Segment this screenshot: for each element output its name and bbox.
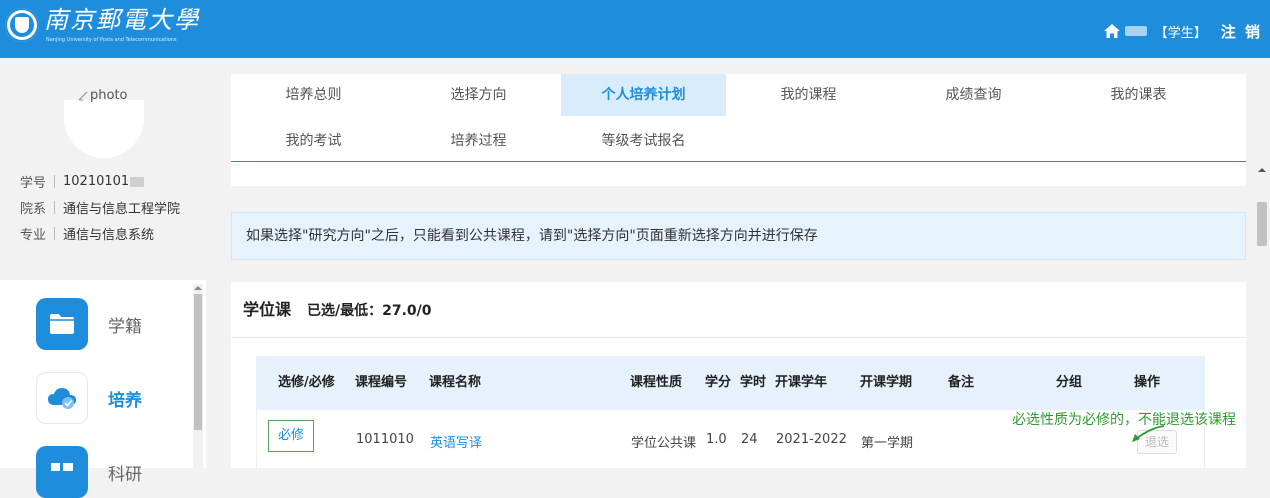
column-header: 学分 xyxy=(705,375,732,390)
column-header: 课程性质 xyxy=(630,375,683,390)
column-header: 开课学期 xyxy=(860,375,913,390)
avatar xyxy=(64,100,144,158)
tab-level-exam[interactable]: 等级考试报名 xyxy=(561,120,726,162)
sidebar-item-research[interactable]: 科研 xyxy=(36,446,142,498)
course-term: 第一学期 xyxy=(861,436,914,451)
student-id-row: 学号 10210101 xyxy=(20,172,145,191)
student-id-value: 10210101 xyxy=(63,174,130,189)
column-header: 分组 xyxy=(1056,375,1083,390)
tab-my-timetable[interactable]: 我的课表 xyxy=(1056,74,1221,116)
required-badge: 必修 xyxy=(268,420,314,452)
department-value: 通信与信息工程学院 xyxy=(63,202,181,217)
dashboard-icon xyxy=(36,446,88,498)
side-nav: 学籍 培养 科研 xyxy=(0,280,206,498)
university-emblem-icon xyxy=(5,8,39,42)
course-year: 2021-2022 xyxy=(776,432,847,447)
student-id-label: 学号 xyxy=(20,176,47,191)
sidebar-item-label: 学籍 xyxy=(108,316,142,337)
major-value: 通信与信息系统 xyxy=(63,228,155,243)
course-hours: 24 xyxy=(741,432,758,447)
student-id-redacted xyxy=(130,176,145,187)
sidebar-item-label: 培养 xyxy=(108,390,142,411)
top-bar: 南京郵電大學 Nanjing University of Posts and T… xyxy=(0,0,1270,58)
course-code: 1011010 xyxy=(356,432,414,447)
column-header: 开课学年 xyxy=(775,375,828,390)
department-row: 院系 通信与信息工程学院 xyxy=(20,198,180,217)
notice-banner: 如果选择"研究方向"之后，只能看到公共课程，请到"选择方向"页面重新选择方向并进… xyxy=(231,212,1246,260)
tab-personal-plan[interactable]: 个人培养计划 xyxy=(561,74,726,116)
photo-placeholder: photo xyxy=(78,88,128,103)
user-role-label: 【学生】 xyxy=(1154,25,1207,41)
column-header: 学时 xyxy=(740,375,767,390)
major-label: 专业 xyxy=(20,228,47,243)
course-name-link[interactable]: 英语写译 xyxy=(430,432,482,451)
column-header: 操作 xyxy=(1134,375,1161,390)
university-logo-subtitle: Nanjing University of Posts and Telecomm… xyxy=(46,37,177,43)
username-redacted xyxy=(1124,26,1147,36)
tab-training-rules[interactable]: 培养总则 xyxy=(231,74,396,116)
tab-my-exams[interactable]: 我的考试 xyxy=(231,120,396,162)
column-header: 课程编号 xyxy=(355,375,408,390)
sidebar-item-status[interactable]: 学籍 xyxy=(36,298,142,350)
column-header: 备注 xyxy=(948,375,975,390)
table-header: 选修/必修 课程编号 课程名称 课程性质 学分 学时 开课学年 开课学期 备注 … xyxy=(256,356,1205,410)
tab-divider xyxy=(231,161,1246,162)
section-title: 学位课 xyxy=(243,300,292,319)
main-scrollbar[interactable] xyxy=(1254,160,1270,468)
major-row: 专业 通信与信息系统 xyxy=(20,224,154,243)
sidebar-item-label: 科研 xyxy=(108,464,142,485)
broken-image-icon xyxy=(78,91,88,100)
sidebar-item-training[interactable]: 培养 xyxy=(36,372,142,424)
university-logo-title: 南京郵電大學 xyxy=(44,6,200,34)
tab-my-courses[interactable]: 我的课程 xyxy=(726,74,891,116)
column-header: 课程名称 xyxy=(429,375,482,390)
department-label: 院系 xyxy=(20,202,47,217)
column-header: 选修/必修 xyxy=(278,375,335,390)
course-credit: 1.0 xyxy=(706,432,727,447)
credit-summary: 已选/最低：27.0/0 xyxy=(307,303,432,319)
folder-icon xyxy=(36,298,88,350)
annotation-text: 必选性质为必修的，不能退选该课程 xyxy=(1012,412,1236,428)
tab-choose-direction[interactable]: 选择方向 xyxy=(396,74,561,116)
tab-grades[interactable]: 成绩查询 xyxy=(891,74,1056,116)
logout-button[interactable]: 注 销 xyxy=(1215,21,1268,42)
profile-panel: photo 学号 10210101 院系 通信与信息工程学院 专业 通信与信息系… xyxy=(0,58,206,278)
sidebar-scrollbar[interactable] xyxy=(193,284,203,468)
degree-course-panel: 学位课 已选/最低：27.0/0 选修/必修 课程编号 课程名称 课程性质 学分… xyxy=(231,282,1246,468)
tab-training-process[interactable]: 培养过程 xyxy=(396,120,561,162)
home-icon[interactable] xyxy=(1103,22,1121,40)
cloud-check-icon xyxy=(36,372,88,424)
tab-bar: 培养总则 选择方向 个人培养计划 我的课程 成绩查询 我的课表 我的考试 培养过… xyxy=(231,74,1246,186)
annotation-arrow-icon xyxy=(1132,425,1165,442)
divider xyxy=(231,337,1246,338)
course-nature: 学位公共课 xyxy=(631,436,697,451)
